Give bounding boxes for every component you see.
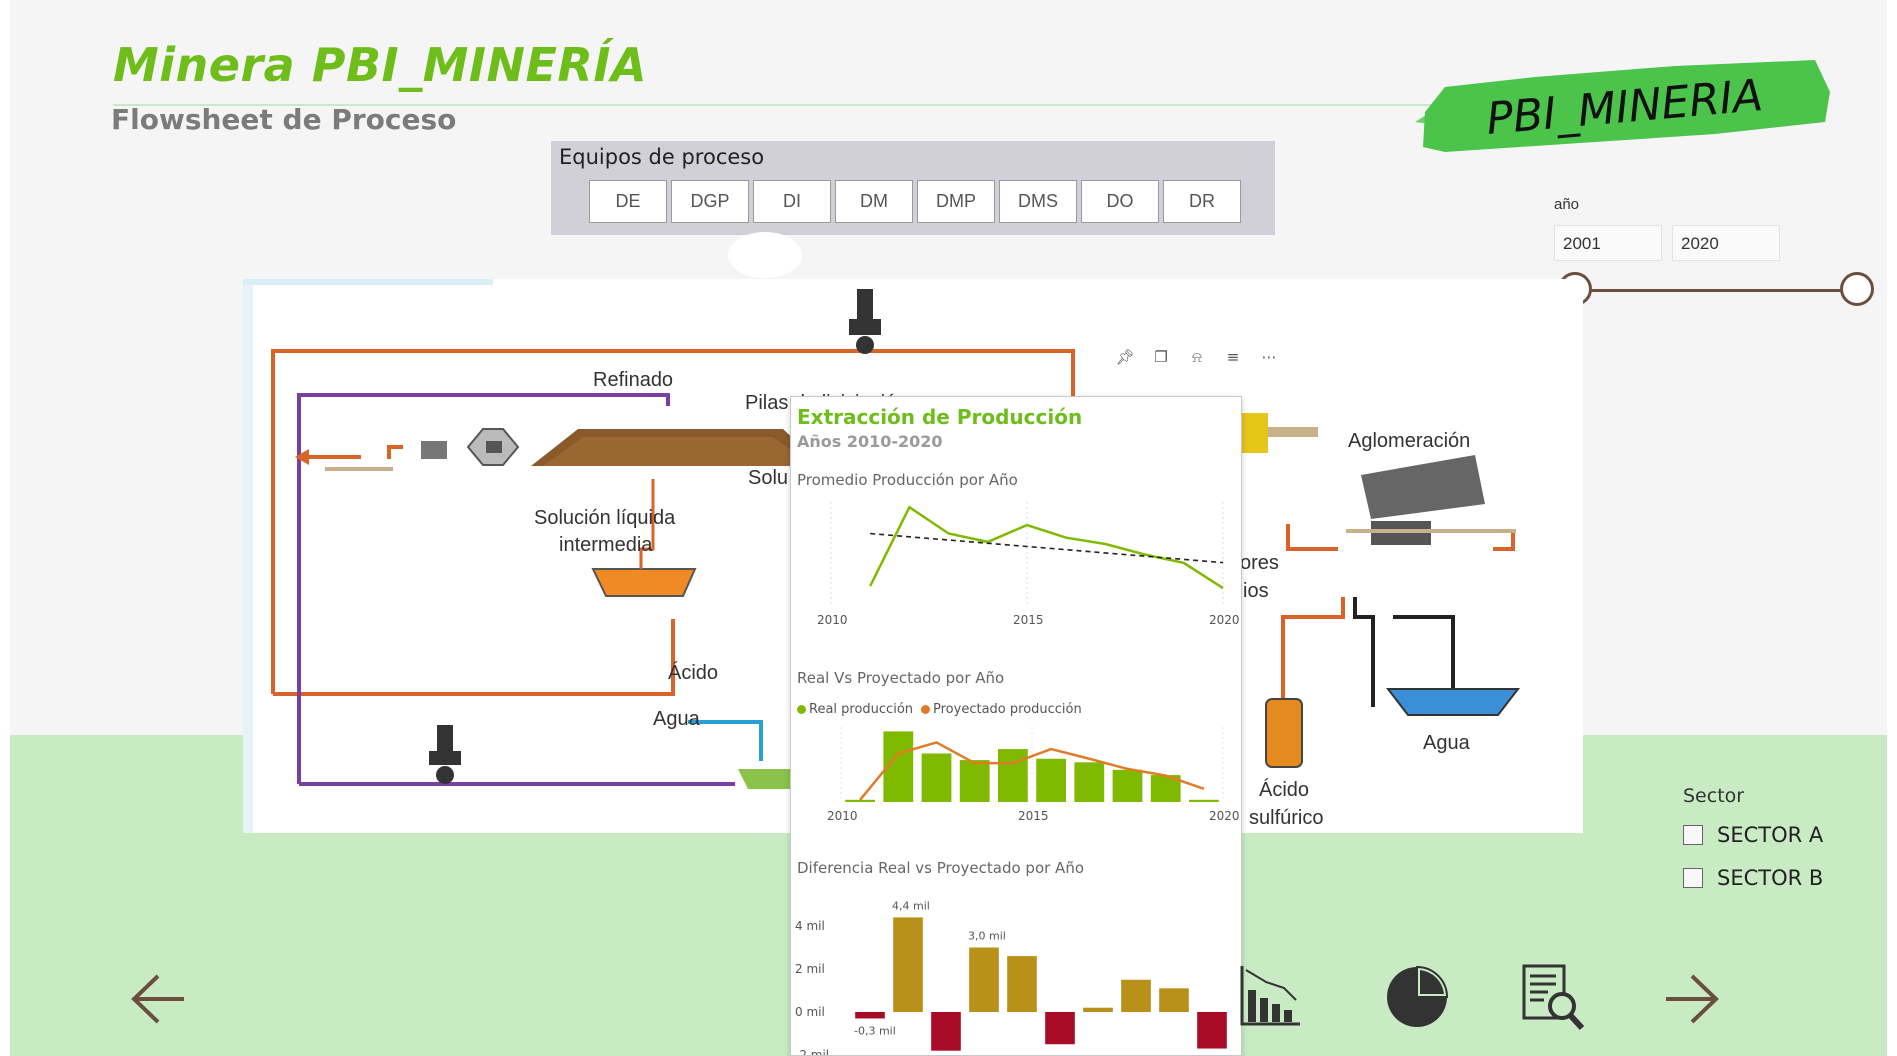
tooltip-card: Extracción de Producción Años 2010-2020 … [790, 396, 1242, 1056]
year-start-input[interactable]: 2001 [1554, 225, 1662, 261]
chart3-bar [893, 917, 923, 1012]
chart1-series-line [869, 505, 1224, 590]
chart3-bar [855, 1012, 885, 1019]
chart3-title: Diferencia Real vs Proyectado por Año [797, 859, 1085, 877]
svg-text:Aglomeración: Aglomeración [1348, 430, 1470, 452]
legend-real: Real producción [797, 702, 913, 717]
card-title: Extracción de Producción [797, 405, 1083, 429]
sector-a-checkbox[interactable] [1683, 825, 1703, 845]
chart1-x-tick: 2015 [1013, 613, 1044, 627]
chart3-bar [1007, 956, 1037, 1012]
chart3-bar [931, 1012, 961, 1051]
equipment-button-dr[interactable]: DR [1163, 180, 1241, 223]
difference-bar-chart: 4 mil 2 mil 0 mil -2 mil -0,3 mil 4,4 mil 3,0 … [795, 899, 1227, 1056]
equipment-button-dm[interactable]: DM [835, 180, 913, 223]
sector-slicer-title: Sector [1683, 785, 1745, 807]
sector-b-label: SECTOR B [1717, 866, 1824, 890]
equipment-slicer: Equipos de proceso DE DGP DI DM DMP DMS … [551, 141, 1275, 235]
svg-text:ores: ores [1240, 552, 1279, 574]
svg-text:Ácido: Ácido [668, 661, 718, 684]
svg-text:sulfúrico: sulfúrico [1249, 807, 1323, 829]
report-search-icon[interactable] [1518, 962, 1588, 1034]
pin-icon[interactable]: 📌︎ [1115, 348, 1135, 366]
chart2-bar [1112, 769, 1143, 802]
equipment-button-do[interactable]: DO [1081, 180, 1159, 223]
chart2-bar [1189, 799, 1219, 802]
chart2-x-tick: 2010 [827, 809, 858, 823]
chart2-bar [845, 799, 875, 802]
year-end-input[interactable]: 2020 [1672, 225, 1780, 261]
year-slicer-label: año [1554, 196, 1580, 213]
copy-icon[interactable]: ❐ [1151, 348, 1171, 366]
chart3-bar [1159, 988, 1189, 1012]
chart2-bar [1074, 762, 1105, 802]
equipment-button-dms[interactable]: DMS [999, 180, 1077, 223]
chart3-y-tick: -2 mil [795, 1048, 829, 1056]
chart2-legend: Real producción Proyectado producción [797, 702, 1082, 717]
sector-option-b[interactable]: SECTOR B [1683, 866, 1823, 890]
equipment-button-dgp[interactable]: DGP [671, 180, 749, 223]
chart3-y-tick: 2 mil [795, 962, 825, 976]
chart3-y-tick: 0 mil [795, 1005, 825, 1019]
real-vs-projected-chart: 2010 2015 2020 [827, 727, 1240, 823]
svg-text:Solución líquida: Solución líquida [534, 507, 676, 529]
svg-text:Agua: Agua [653, 708, 701, 730]
svg-text:Agua: Agua [1423, 732, 1471, 754]
visual-header-toolbar: 📌︎ ❐ ⍾ ≡ ⋯ [1115, 348, 1279, 366]
equipment-button-dmp[interactable]: DMP [917, 180, 995, 223]
chart2-bar [1036, 758, 1066, 802]
equipment-button-di[interactable]: DI [753, 180, 831, 223]
chart3-bar [1121, 979, 1151, 1012]
arrow-left-icon[interactable] [130, 972, 188, 1026]
avg-production-line-chart: 2010 2015 2020 [817, 502, 1240, 627]
legend-projected: Proyectado producción [921, 702, 1082, 717]
equipment-button-de[interactable]: DE [589, 180, 667, 223]
page-title: Minera PBI_MINERÍA [113, 38, 648, 92]
chart3-y-tick: 4 mil [795, 919, 825, 933]
chart3-bar [969, 947, 999, 1012]
chart3-data-label: -0,3 mil [854, 1024, 896, 1037]
year-slider-track[interactable] [1575, 289, 1857, 292]
svg-text:Ácido: Ácido [1259, 778, 1309, 801]
chart3-bar [1045, 1012, 1075, 1045]
year-slider-end-handle[interactable] [1840, 272, 1874, 306]
brand-logo: PBI_MINERIA [1415, 60, 1830, 152]
chart3-bar [1197, 1012, 1227, 1049]
chart2-bar [998, 749, 1028, 802]
sector-a-label: SECTOR A [1717, 823, 1824, 847]
chart3-data-label: 3,0 mil [968, 930, 1006, 943]
svg-text:ios: ios [1243, 580, 1269, 602]
page-subtitle: Flowsheet de Proceso [111, 103, 457, 136]
card-subtitle: Años 2010-2020 [797, 432, 943, 451]
chart3-data-label: 4,4 mil [892, 899, 930, 912]
chart3-bar [1083, 1007, 1113, 1012]
svg-text:Refinado: Refinado [593, 369, 673, 391]
bell-icon[interactable]: ⍾ [1187, 348, 1207, 366]
report-canvas: Minera PBI_MINERÍA Flowsheet de Proceso … [10, 0, 1887, 1056]
sector-option-a[interactable]: SECTOR A [1683, 823, 1823, 847]
more-icon[interactable]: ⋯ [1259, 348, 1279, 366]
svg-text:Solu: Solu [748, 467, 788, 489]
chart1-x-tick: 2020 [1209, 613, 1240, 627]
decorative-oval [728, 232, 802, 278]
chart1-trend-line [870, 532, 1224, 564]
chart2-x-tick: 2020 [1209, 809, 1240, 823]
chart2-title: Real Vs Proyectado por Año [797, 669, 1005, 687]
filter-icon[interactable]: ≡ [1223, 348, 1243, 366]
arrow-right-icon[interactable] [1662, 972, 1720, 1026]
chart2-x-tick: 2015 [1018, 809, 1049, 823]
chart2-bar [959, 760, 990, 802]
pie-chart-icon[interactable] [1384, 964, 1450, 1030]
equipment-slicer-title: Equipos de proceso [559, 145, 765, 169]
sector-b-checkbox[interactable] [1683, 868, 1703, 888]
svg-text:intermedia: intermedia [559, 534, 653, 556]
chart1-x-tick: 2010 [817, 613, 848, 627]
chart2-bar [921, 753, 952, 802]
chart1-title: Promedio Producción por Año [797, 471, 1018, 489]
bar-chart-icon[interactable] [1238, 962, 1304, 1028]
